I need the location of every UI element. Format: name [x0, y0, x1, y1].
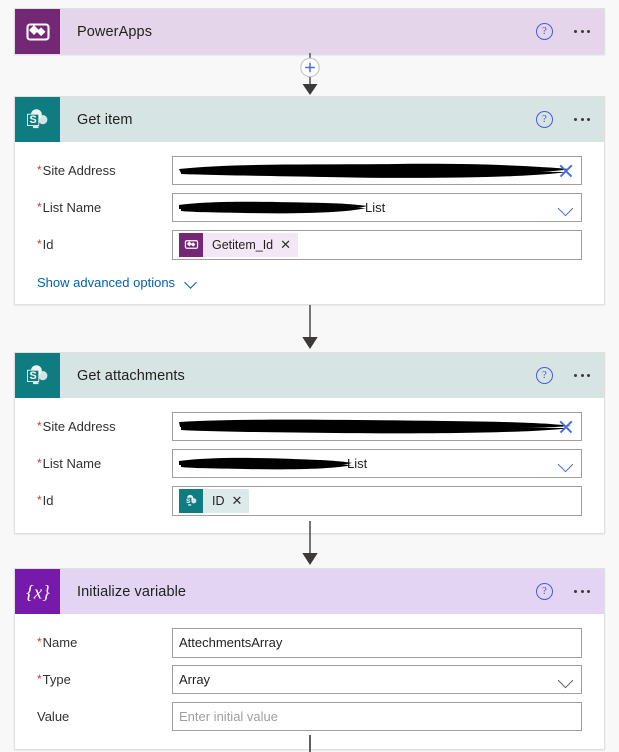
- flow-arrow-2: [0, 521, 619, 567]
- variable-icon: {x}: [15, 569, 60, 614]
- required-marker: *: [37, 237, 42, 251]
- required-marker: *: [37, 635, 42, 649]
- card-header-get-item[interactable]: S Get item ?: [15, 97, 604, 142]
- card-title-powerapps: PowerApps: [77, 23, 153, 40]
- field-row-site-address: *Site Address: [15, 152, 604, 189]
- list-name-dropdown[interactable]: List: [172, 193, 582, 222]
- chevron-down-icon[interactable]: [184, 276, 198, 290]
- redaction-mark: [175, 158, 575, 184]
- svg-text:S: S: [29, 114, 36, 126]
- field-label-list-name: *List Name: [37, 456, 102, 471]
- list-name-value: List: [347, 456, 368, 471]
- variable-value-input[interactable]: Enter initial value: [172, 702, 582, 731]
- ellipsis-icon[interactable]: [572, 112, 592, 127]
- field-label-site-address: *Site Address: [37, 419, 116, 434]
- card-title-initialize-variable: Initialize variable: [77, 583, 187, 600]
- flow-card-get-attachments[interactable]: S Get attachments ? *Site Address *List …: [14, 352, 605, 534]
- id-input[interactable]: Getitem_Id ✕: [172, 229, 582, 260]
- flow-card-initialize-variable[interactable]: {x} Initialize variable ? *Name Attechme…: [14, 568, 605, 750]
- field-label-type: *Type: [37, 672, 71, 687]
- chevron-down-icon[interactable]: [558, 200, 574, 216]
- variable-type-dropdown[interactable]: Array: [172, 665, 582, 694]
- field-row-value: Value Enter initial value: [15, 698, 604, 735]
- show-advanced-options-label: Show advanced options: [37, 275, 176, 290]
- card-header-initialize-variable[interactable]: {x} Initialize variable ?: [15, 569, 604, 614]
- required-marker: *: [37, 163, 42, 177]
- field-label-value: Value: [37, 709, 70, 724]
- card-body-initialize-variable: *Name AttechmentsArray *Type Array Value: [15, 614, 604, 749]
- list-name-value: List: [365, 200, 386, 215]
- token-chip-id[interactable]: S ID ✕: [179, 488, 250, 513]
- field-row-site-address: *Site Address: [15, 408, 604, 445]
- flow-card-get-item[interactable]: S Get item ? *Site Address *List Name Li…: [14, 96, 605, 305]
- svg-text:S: S: [29, 370, 36, 382]
- flow-arrow-1: [0, 305, 619, 351]
- token-chip-getitem-id[interactable]: Getitem_Id ✕: [179, 232, 299, 257]
- help-icon[interactable]: ?: [536, 367, 553, 384]
- flow-designer-canvas: PowerApps ? S Get item ? *Site Address *…: [0, 0, 619, 752]
- card-header-actions: ?: [536, 569, 592, 614]
- variable-value-placeholder: Enter initial value: [179, 709, 278, 724]
- sharepoint-icon: S: [179, 488, 203, 513]
- field-label-id: *Id: [37, 237, 54, 252]
- remove-token-icon[interactable]: ✕: [280, 238, 291, 251]
- card-body-get-attachments: *Site Address *List Name List *Id S ID ✕: [15, 398, 604, 533]
- card-header-actions: ?: [536, 97, 592, 142]
- field-row-type: *Type Array: [15, 661, 604, 698]
- card-body-get-item: *Site Address *List Name List *Id Getite…: [15, 142, 604, 304]
- card-title-get-attachments: Get attachments: [77, 367, 185, 384]
- card-header-get-attachments[interactable]: S Get attachments ?: [15, 353, 604, 398]
- token-label: ID: [212, 493, 225, 508]
- chevron-down-icon[interactable]: [558, 456, 574, 472]
- id-input[interactable]: S ID ✕: [172, 485, 582, 516]
- card-header-powerapps[interactable]: PowerApps ?: [15, 9, 604, 54]
- clear-icon[interactable]: [558, 419, 574, 435]
- powerapps-icon: [179, 232, 203, 257]
- card-header-actions: ?: [536, 353, 592, 398]
- ellipsis-icon[interactable]: [572, 584, 592, 599]
- field-row-id: *Id Getitem_Id ✕: [15, 226, 604, 263]
- field-label-name: *Name: [37, 635, 78, 650]
- show-advanced-options[interactable]: Show advanced options: [15, 263, 604, 290]
- required-marker: *: [37, 200, 42, 214]
- svg-text:{x}: {x}: [26, 582, 50, 603]
- ellipsis-icon[interactable]: [572, 368, 592, 383]
- required-marker: *: [37, 419, 42, 433]
- clear-icon[interactable]: [558, 163, 574, 179]
- field-row-id: *Id S ID ✕: [15, 482, 604, 519]
- add-step-connector[interactable]: [0, 53, 619, 96]
- help-icon[interactable]: ?: [536, 111, 553, 128]
- powerapps-icon: [15, 9, 60, 54]
- svg-text:S: S: [186, 497, 190, 504]
- help-icon[interactable]: ?: [536, 23, 553, 40]
- chevron-down-icon[interactable]: [558, 672, 574, 688]
- card-header-actions: ?: [536, 9, 592, 54]
- flow-line-bottom: [0, 735, 619, 752]
- field-row-list-name: *List Name List: [15, 445, 604, 482]
- site-address-input[interactable]: [172, 156, 582, 185]
- field-row-list-name: *List Name List: [15, 189, 604, 226]
- ellipsis-icon[interactable]: [572, 24, 592, 39]
- card-title-get-item: Get item: [77, 111, 133, 128]
- variable-type-value: Array: [179, 672, 211, 687]
- help-icon[interactable]: ?: [536, 583, 553, 600]
- required-marker: *: [37, 456, 42, 470]
- remove-token-icon[interactable]: ✕: [232, 494, 243, 507]
- field-label-list-name: *List Name: [37, 200, 102, 215]
- field-label-id: *Id: [37, 493, 54, 508]
- field-row-name: *Name AttechmentsArray: [15, 624, 604, 661]
- redaction-mark: [175, 414, 575, 440]
- variable-name-value: AttechmentsArray: [179, 635, 283, 650]
- field-label-site-address: *Site Address: [37, 163, 116, 178]
- variable-name-input[interactable]: AttechmentsArray: [172, 627, 582, 658]
- flow-card-powerapps[interactable]: PowerApps ?: [14, 8, 605, 55]
- sharepoint-icon: S: [15, 97, 60, 142]
- list-name-dropdown[interactable]: List: [172, 449, 582, 478]
- token-label: Getitem_Id: [212, 237, 274, 252]
- sharepoint-icon: S: [15, 353, 60, 398]
- required-marker: *: [37, 493, 42, 507]
- site-address-input[interactable]: [172, 412, 582, 441]
- required-marker: *: [37, 672, 42, 686]
